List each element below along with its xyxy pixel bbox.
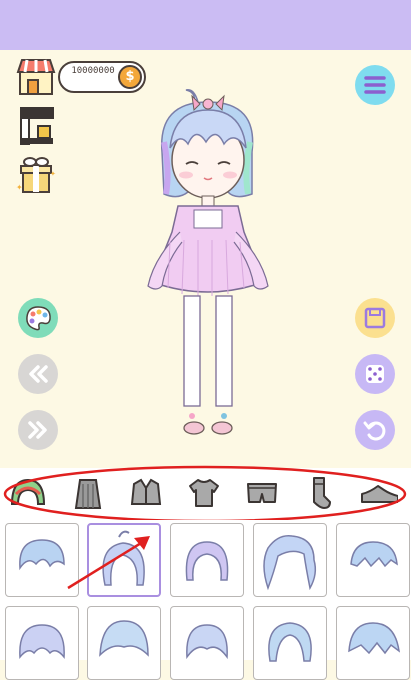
palette-icon	[26, 306, 51, 331]
hair-style-icon	[185, 541, 229, 581]
menu-button[interactable]	[355, 65, 395, 105]
hair-item[interactable]	[253, 523, 327, 597]
palette-button[interactable]	[18, 298, 58, 338]
hair-item[interactable]	[170, 606, 244, 680]
svg-text:✦: ✦	[16, 183, 23, 192]
hair-item[interactable]	[170, 523, 244, 597]
coin-amount: 10000000	[71, 66, 115, 76]
hair-item[interactable]	[5, 606, 79, 680]
dice-icon	[366, 365, 384, 383]
undo-button[interactable]	[355, 410, 395, 450]
hair-item[interactable]	[336, 523, 410, 597]
svg-text:✦: ✦	[50, 170, 56, 178]
annotation-arrow	[67, 536, 150, 590]
fast-forward-icon	[28, 421, 47, 439]
hair-item[interactable]	[87, 606, 161, 680]
save-button[interactable]	[355, 298, 395, 338]
next-button[interactable]	[18, 410, 58, 450]
coin-icon: $	[118, 65, 142, 89]
coin-counter[interactable]: 10000000 $	[58, 61, 146, 93]
previous-button[interactable]	[18, 354, 58, 394]
hair-style-icon	[99, 620, 149, 657]
save-icon	[364, 307, 386, 329]
gift-icon[interactable]: ✦ ✦	[14, 154, 58, 196]
hair-style-icon	[348, 622, 400, 655]
shop-icon[interactable]	[16, 56, 56, 96]
hair-style-icon	[268, 622, 312, 662]
top-bar	[0, 0, 411, 50]
hair-item[interactable]	[253, 606, 327, 680]
undo-icon	[363, 421, 386, 441]
doll-character	[147, 89, 269, 435]
rewind-icon	[29, 365, 48, 383]
random-button[interactable]	[355, 354, 395, 394]
hair-style-icon	[350, 541, 398, 568]
hair-style-icon	[186, 624, 228, 660]
hamburger-menu-icon	[364, 76, 386, 94]
coffee-machine-icon[interactable]	[18, 106, 56, 146]
hair-item[interactable]	[336, 606, 410, 680]
hair-style-icon	[19, 624, 65, 659]
highlight-ellipse	[3, 465, 407, 523]
hair-style-icon	[263, 535, 317, 591]
